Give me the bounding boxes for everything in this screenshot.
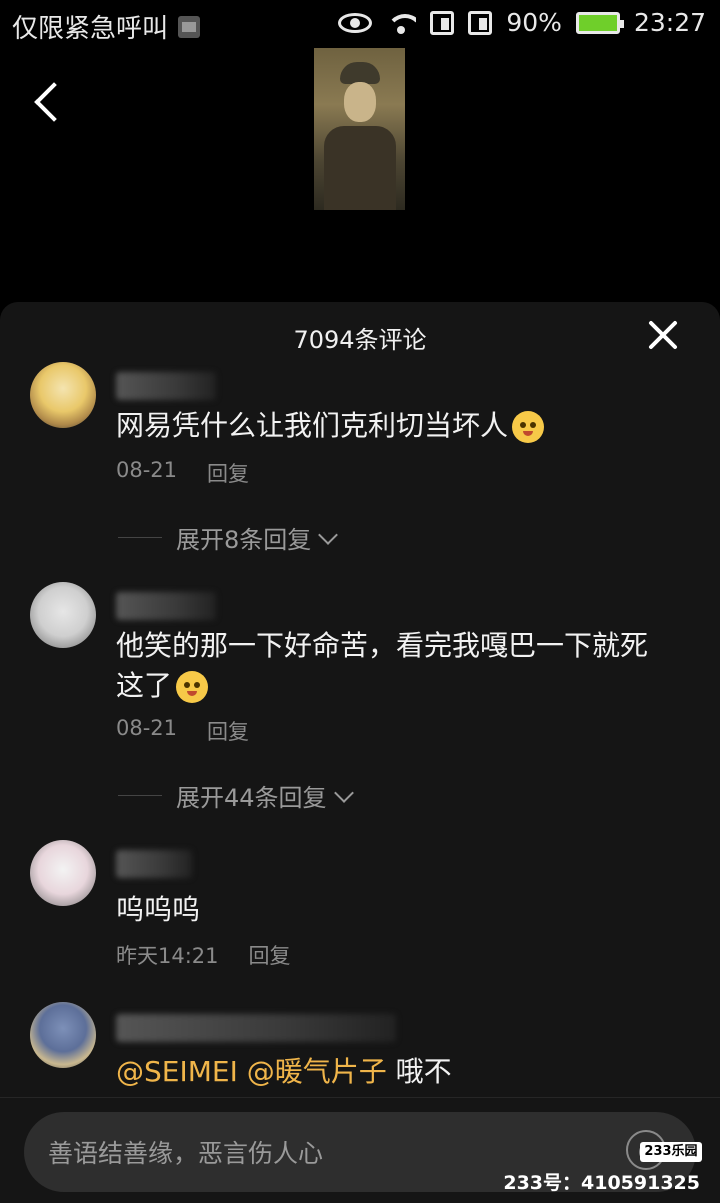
clock: 23:27 [633,8,706,37]
comment-text: 他笑的那一下好命苦，看完我嘎巴一下就死 这了 [116,626,696,706]
eye-icon [338,12,373,33]
username-blurred[interactable] [116,1014,396,1042]
comment-text-content: 网易凭什么让我们克利切当坏人 [116,409,509,442]
chevron-down-icon [318,524,339,545]
image-notification-icon [178,15,201,38]
expand-replies-button[interactable]: 展开8条回复 [118,520,339,555]
reply-button[interactable]: 回复 [207,716,249,746]
username-blurred[interactable] [116,372,216,400]
status-bar: 仅限紧急呼叫 90% 23:27 [0,0,720,50]
video-thumbnail[interactable] [314,48,405,210]
reply-button[interactable]: 回复 [207,458,249,488]
input-divider [0,1097,720,1098]
emoji-icon [176,671,209,703]
comment-text: 呜呜呜 [116,893,201,926]
status-right: 90% 23:27 [338,8,706,37]
thumb-hat [340,62,380,84]
expand-divider [118,795,162,796]
comment-meta: 昨天14:21 回复 [116,940,291,970]
wifi-icon [386,12,417,34]
mention-link[interactable]: @SEIMEI [116,1055,238,1088]
chevron-down-icon [333,782,354,803]
avatar[interactable] [30,1002,96,1068]
comment-text: 网易凭什么让我们克利切当坏人 [116,406,696,446]
comment-date: 08-21 [116,458,178,482]
avatar[interactable] [30,840,96,906]
comment-text-content: 哦不 [395,1055,452,1088]
expand-replies-button[interactable]: 展开44条回复 [118,778,354,813]
comment-text: @SEIMEI @暖气片子 哦不 [116,1052,696,1092]
username-blurred[interactable] [116,850,192,878]
watermark-badge: 233乐园 [640,1142,702,1162]
thumb-face [344,82,376,122]
comment-date: 08-21 [116,716,178,740]
status-left: 仅限紧急呼叫 [12,8,201,45]
close-button[interactable] [646,318,680,352]
watermark-text: 233号：410591325 [503,1172,700,1194]
battery-icon [575,11,624,34]
comment-text-line2-wrap: 这了 [116,666,696,706]
username-blurred[interactable] [116,592,216,620]
comment-date: 昨天14:21 [116,944,219,968]
comment-text-line2: 这了 [116,669,173,702]
comment-text-line1: 他笑的那一下好命苦，看完我嘎巴一下就死 [116,629,649,662]
carrier-text: 仅限紧急呼叫 [12,14,169,44]
comment-meta: 08-21 回复 [116,716,249,746]
expand-label: 展开8条回复 [176,526,312,554]
expand-label: 展开44条回复 [176,784,327,812]
reply-button[interactable]: 回复 [249,940,291,970]
expand-divider [118,537,162,538]
sim-card-icon [430,10,455,35]
comments-panel: 7094条评论 网易凭什么让我们克利切当坏人 08-21 回复 展开8条回复 他… [0,302,720,1203]
back-button[interactable] [30,82,70,126]
mention-link[interactable]: @暖气片子 [247,1055,387,1088]
avatar[interactable] [30,582,96,648]
battery-percent: 90% [506,8,562,37]
sim-card-2-icon [468,10,493,35]
emoji-icon [512,411,545,443]
avatar[interactable] [30,362,96,428]
comment-meta: 08-21 回复 [116,458,249,488]
input-placeholder: 善语结善缘，恶言伤人心 [48,1139,324,1168]
thumb-coat [324,126,396,210]
panel-title: 7094条评论 [293,326,427,354]
